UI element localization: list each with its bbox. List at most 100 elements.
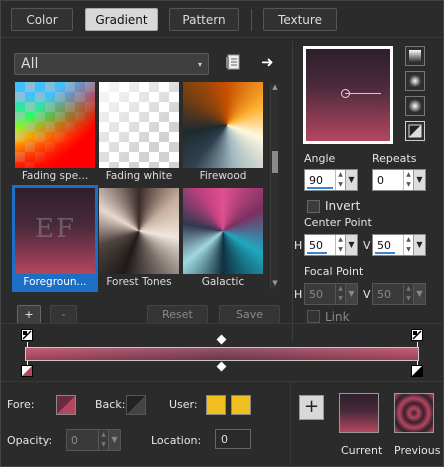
gradient-bar[interactable] <box>25 347 419 361</box>
location-label: Location: <box>151 434 202 447</box>
arrow-right-icon[interactable]: ➜ <box>261 54 277 70</box>
thumbnail-label: Firewood <box>199 170 247 182</box>
tab-texture[interactable]: Texture <box>263 8 337 31</box>
spin-arrows-icon[interactable]: ▲ ▼ <box>335 170 345 190</box>
invert-label: Invert <box>325 199 361 213</box>
editor-divider <box>1 323 444 324</box>
bottom-vertical-divider <box>290 382 291 467</box>
tab-separator <box>251 9 252 31</box>
opacity-label: Opacity: <box>7 434 53 447</box>
thumbnail-item[interactable]: Firewood <box>183 82 263 184</box>
thumbnail-swatch <box>183 82 263 168</box>
sunburst-style-icon[interactable] <box>405 96 425 116</box>
tab-gradient[interactable]: Gradient <box>85 8 158 31</box>
angle-input[interactable]: 90 ▲ ▼ ▼ <box>304 169 358 191</box>
angle-label: Angle <box>304 152 336 165</box>
chevron-down-icon[interactable]: ▼ <box>413 170 425 190</box>
color-stop-right[interactable] <box>411 365 423 377</box>
thumbnail-item[interactable]: Fading spe... <box>15 82 95 184</box>
opacity-stop-left[interactable] <box>21 329 33 341</box>
back-swatch[interactable] <box>126 395 146 415</box>
thumbnail-swatch: EF <box>15 188 95 274</box>
previous-swatch[interactable] <box>394 393 434 433</box>
focal-v-input[interactable]: 50 ▲ ▼ ▼ <box>372 283 426 305</box>
current-swatch[interactable] <box>339 393 379 433</box>
center-point-handle[interactable] <box>341 89 350 98</box>
thumbnail-scrollbar[interactable]: ▲ ▼ <box>270 83 279 289</box>
opacity-stop-right[interactable] <box>411 329 423 341</box>
focal-point-label: Focal Point <box>304 265 364 278</box>
linear-style-icon[interactable] <box>405 46 425 66</box>
rectangular-style-icon[interactable] <box>405 71 425 91</box>
previous-label: Previous <box>394 444 441 457</box>
center-h-label: H <box>294 239 303 252</box>
chevron-down-icon[interactable]: ▼ <box>345 235 357 255</box>
repeats-label: Repeats <box>372 152 417 165</box>
spin-arrows-icon[interactable]: ▲ ▼ <box>403 170 413 190</box>
fore-label: Fore: <box>7 398 35 411</box>
add-to-library-button[interactable]: + <box>299 395 324 420</box>
chevron-down-icon[interactable]: ▼ <box>413 284 425 304</box>
thumbnail-swatch <box>183 188 263 274</box>
spin-arrows-icon[interactable]: ▲ ▼ <box>335 284 345 304</box>
thumbnail-label: Fading spe... <box>21 170 89 182</box>
scrollbar-thumb[interactable] <box>272 151 278 173</box>
thumbnail-item[interactable]: Fading white <box>99 82 179 184</box>
user-swatch[interactable] <box>206 395 226 415</box>
thumbnail-label: Forest Tones <box>106 276 172 288</box>
tab-pattern[interactable]: Pattern <box>169 8 239 31</box>
add-gradient-button[interactable]: + <box>17 305 41 324</box>
save-button[interactable]: Save <box>219 305 280 324</box>
center-h-input[interactable]: 50 ▲ ▼ ▼ <box>304 234 358 256</box>
chevron-down-icon[interactable]: ▼ <box>108 430 120 450</box>
chevron-down-icon[interactable]: ▼ <box>345 170 357 190</box>
location-input[interactable]: 0 <box>215 429 251 449</box>
chevron-down-icon[interactable]: ▼ <box>345 284 357 304</box>
spin-arrows-icon[interactable]: ▲ ▼ <box>403 284 413 304</box>
chevron-down-icon: ▾ <box>197 60 202 69</box>
remove-gradient-button[interactable]: - <box>50 305 77 324</box>
thumbnail-item[interactable]: Forest Tones <box>99 188 179 290</box>
back-label: Back: <box>95 398 126 411</box>
current-label: Current <box>341 444 383 457</box>
fore-swatch[interactable] <box>56 395 76 415</box>
gradient-preview[interactable] <box>303 46 393 144</box>
thumbnail-overlay-text: EF <box>35 214 77 244</box>
thumbnail-label: Galactic <box>201 276 245 288</box>
focal-v-label: V <box>363 288 371 301</box>
thumbnail-grid: Fading spe... Fading white Firewood EF F… <box>12 82 268 292</box>
thumbnail-item-selected[interactable]: EF Foregroun... <box>15 188 95 290</box>
open-library-icon[interactable] <box>225 54 241 70</box>
radial-style-icon[interactable] <box>405 121 425 141</box>
repeats-input[interactable]: 0 ▲ ▼ ▼ <box>372 169 426 191</box>
link-checkbox[interactable] <box>307 310 320 323</box>
category-value: All <box>21 56 39 72</box>
gradient-dialog: Color Gradient Pattern Texture All ▾ ➜ F… <box>0 0 444 467</box>
link-label: Link <box>325 310 350 324</box>
focal-h-input[interactable]: 50 ▲ ▼ ▼ <box>304 283 358 305</box>
center-v-label: V <box>363 239 371 252</box>
chevron-down-icon[interactable]: ▼ <box>413 235 425 255</box>
thumbnail-swatch <box>15 82 95 168</box>
thumbnail-label: Fading white <box>105 170 173 182</box>
user-label: User: <box>169 398 198 411</box>
spin-arrows-icon[interactable]: ▲ ▼ <box>335 235 345 255</box>
tab-color[interactable]: Color <box>11 8 73 31</box>
thumbnail-swatch <box>99 82 179 168</box>
center-v-input[interactable]: 50 ▲ ▼ ▼ <box>372 234 426 256</box>
category-dropdown[interactable]: All ▾ <box>14 53 209 75</box>
spin-arrows-icon[interactable]: ▲ ▼ <box>403 235 413 255</box>
scroll-down-icon[interactable]: ▼ <box>271 279 279 289</box>
opacity-input[interactable]: 0 ▲ ▼ ▼ <box>66 429 121 451</box>
user-swatch-alt[interactable] <box>231 395 251 415</box>
color-midpoint[interactable] <box>216 361 227 372</box>
thumbnail-label: Foregroun... <box>23 276 87 288</box>
spin-arrows-icon[interactable]: ▲ ▼ <box>98 430 108 450</box>
thumbnail-item[interactable]: Galactic <box>183 188 263 290</box>
invert-checkbox[interactable] <box>307 200 320 213</box>
thumbnail-swatch <box>99 188 179 274</box>
scroll-up-icon[interactable]: ▲ <box>271 83 279 93</box>
reset-button[interactable]: Reset <box>147 305 208 324</box>
focal-h-label: H <box>294 288 303 301</box>
color-stop-left[interactable] <box>21 365 33 377</box>
